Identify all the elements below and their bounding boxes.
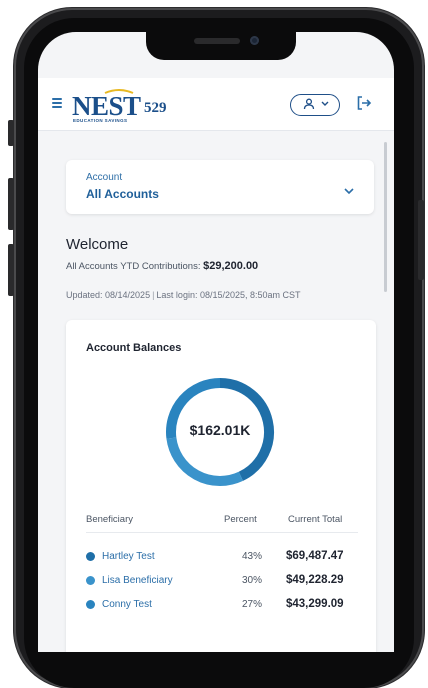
user-icon: [303, 98, 315, 110]
account-label: Account: [86, 172, 123, 183]
nest-529-logo[interactable]: NEST 529 EDUCATION SAVINGS: [68, 88, 168, 124]
account-selector[interactable]: Account All Accounts: [66, 160, 374, 214]
ytd-label: All Accounts YTD Contributions:: [66, 261, 201, 272]
donut-total-value: $162.01K: [189, 422, 251, 438]
user-menu-button[interactable]: [290, 94, 340, 116]
updated-date: Updated: 08/14/2025: [66, 290, 151, 300]
speaker-grille: [194, 38, 240, 44]
column-header-beneficiary: Beneficiary: [86, 514, 133, 525]
ytd-contributions: All Accounts YTD Contributions: $29,200.…: [66, 260, 258, 272]
phone-mute-switch: [8, 120, 14, 146]
last-login: Last login: 08/15/2025, 8:50am CST: [156, 290, 301, 300]
phone-volume-down: [8, 244, 14, 296]
update-info: Updated: 08/14/2025 | Last login: 08/15/20…: [66, 290, 301, 300]
account-value: All Accounts: [86, 187, 159, 201]
logo-number: 529: [144, 100, 167, 116]
table-divider: [86, 532, 358, 533]
table-row: Conny Test 27% $43,299.09: [66, 597, 376, 613]
ytd-value: $29,200.00: [203, 260, 259, 272]
donut-segment-2: [166, 437, 243, 486]
account-balances-card: Account Balances $162.01K Beneficiary Pe…: [66, 320, 376, 652]
scrollbar-thumb[interactable]: [384, 142, 387, 292]
beneficiary-percent: 43%: [242, 551, 263, 562]
front-camera-icon: [250, 36, 259, 45]
beneficiary-link[interactable]: Lisa Beneficiary: [102, 575, 173, 586]
beneficiary-percent: 27%: [242, 599, 263, 610]
welcome-heading: Welcome: [66, 236, 129, 253]
beneficiary-total: $49,228.29: [286, 574, 344, 586]
logo-subtext: EDUCATION SAVINGS: [73, 118, 128, 123]
logo-text: NEST: [72, 91, 141, 121]
beneficiary-color-dot: [86, 600, 95, 609]
column-header-percent: Percent: [224, 514, 257, 525]
hamburger-menu-icon[interactable]: [52, 98, 62, 108]
phone-volume-up: [8, 178, 14, 230]
divider: |: [152, 290, 155, 300]
beneficiary-link[interactable]: Conny Test: [102, 599, 152, 610]
phone-power-button: [418, 200, 424, 280]
phone-screen: NEST 529 EDUCATION SAVINGS Account All A…: [38, 32, 394, 652]
beneficiary-total: $69,487.47: [286, 550, 344, 562]
beneficiary-color-dot: [86, 576, 95, 585]
chevron-down-icon: [344, 188, 354, 195]
beneficiary-link[interactable]: Hartley Test: [102, 551, 155, 562]
table-row: Hartley Test 43% $69,487.47: [66, 549, 376, 565]
beneficiary-percent: 30%: [242, 575, 263, 586]
phone-notch: [146, 32, 296, 60]
table-row: Lisa Beneficiary 30% $49,228.29: [66, 573, 376, 589]
beneficiary-total: $43,299.09: [286, 598, 344, 610]
column-header-current-total: Current Total: [288, 514, 343, 525]
chevron-down-icon: [321, 101, 329, 106]
app-header: NEST 529 EDUCATION SAVINGS: [38, 78, 394, 131]
beneficiary-color-dot: [86, 552, 95, 561]
logout-icon[interactable]: [356, 95, 372, 111]
account-balances-title: Account Balances: [86, 342, 182, 354]
